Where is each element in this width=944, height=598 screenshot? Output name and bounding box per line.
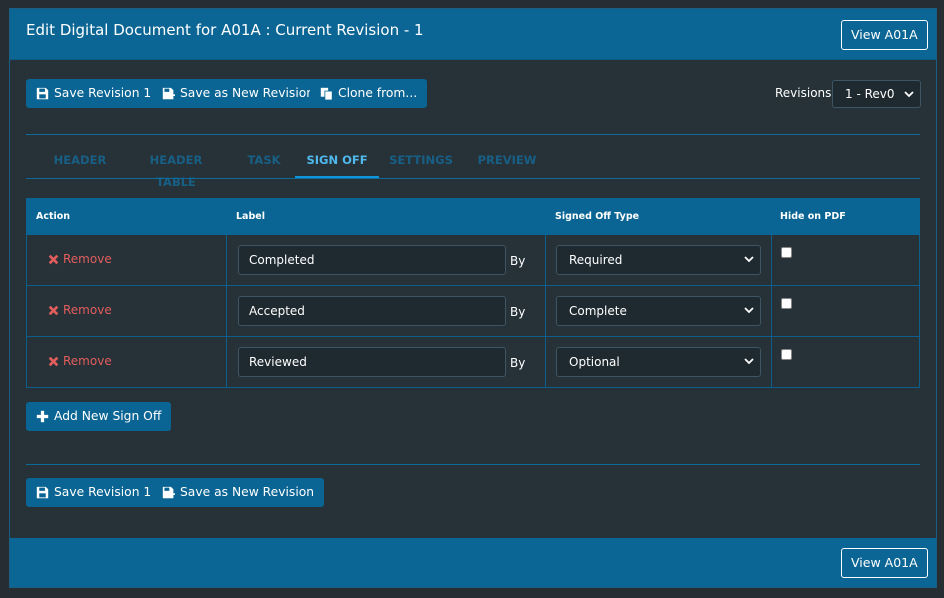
label-input[interactable]: Completed [238, 245, 506, 275]
tab-task[interactable]: TASK [239, 149, 289, 179]
table-row: Remove Reviewed By Optional [26, 337, 920, 388]
column-header-action: Action [36, 211, 71, 222]
remove-label: Remove [63, 303, 112, 317]
tabs-underline [26, 178, 920, 179]
cell-divider [545, 235, 546, 286]
revisions-label: Revisions: [775, 86, 836, 100]
floppy-disk-icon [36, 486, 49, 499]
remove-button[interactable]: Remove [48, 303, 112, 317]
table-row: Remove Accepted By Complete [26, 286, 920, 337]
hide-on-pdf-checkbox[interactable] [781, 298, 792, 309]
by-label: By [510, 305, 526, 319]
tab-bar: HEADER HEADER TABLE TASK SIGN OFF SETTIN… [26, 149, 920, 189]
add-new-sign-off-label: Add New Sign Off [54, 409, 162, 423]
cell-divider [545, 286, 546, 337]
close-icon [48, 356, 59, 366]
floppy-plus-icon [162, 87, 175, 100]
copy-icon [320, 87, 333, 100]
label-input[interactable]: Reviewed [238, 347, 506, 377]
save-revision-button-bottom[interactable]: Save Revision 1 [26, 478, 162, 507]
signed-off-type-value: Complete [569, 304, 627, 318]
column-header-hide-on-pdf: Hide on PDF [780, 211, 846, 222]
chevron-down-icon [744, 358, 754, 365]
save-new-revision-button[interactable]: Save as New Revision [152, 79, 325, 108]
chevron-down-icon [744, 256, 754, 263]
column-header-label: Label [236, 211, 265, 222]
tab-sign-off[interactable]: SIGN OFF [295, 149, 379, 179]
hide-on-pdf-checkbox[interactable] [781, 349, 792, 360]
clone-from-label: Clone from... [338, 86, 418, 100]
divider [26, 464, 920, 465]
floppy-disk-icon [36, 87, 49, 100]
hide-on-pdf-checkbox[interactable] [781, 247, 792, 258]
remove-label: Remove [63, 354, 112, 368]
label-input[interactable]: Accepted [238, 296, 506, 326]
save-new-revision-label: Save as New Revision [180, 86, 315, 100]
cell-divider [771, 235, 772, 286]
signed-off-type-value: Required [569, 253, 623, 267]
view-a01a-button-footer[interactable]: View A01A [841, 548, 928, 578]
column-header-signed-off-type: Signed Off Type [555, 211, 640, 222]
signed-off-type-select[interactable]: Optional [556, 347, 761, 377]
tab-header[interactable]: HEADER [42, 149, 118, 179]
tab-header-table[interactable]: HEADER TABLE [129, 149, 223, 189]
remove-button[interactable]: Remove [48, 252, 112, 266]
save-revision-button[interactable]: Save Revision 1 [26, 79, 162, 108]
remove-button[interactable]: Remove [48, 354, 112, 368]
cell-divider [771, 337, 772, 388]
cell-divider [226, 337, 227, 388]
divider [26, 134, 920, 135]
cell-divider [226, 286, 227, 337]
save-new-revision-button-bottom[interactable]: Save as New Revision [152, 478, 325, 507]
add-new-sign-off-button[interactable]: Add New Sign Off [26, 402, 172, 431]
save-revision-label: Save Revision 1 [54, 485, 152, 499]
close-icon [48, 305, 59, 315]
clone-from-button[interactable]: Clone from... [310, 79, 428, 108]
revisions-select[interactable]: 1 - Rev0 [832, 80, 921, 108]
modal-header: Edit Digital Document for A01A : Current… [10, 9, 936, 60]
save-new-revision-label: Save as New Revision [180, 485, 315, 499]
tab-preview[interactable]: PREVIEW [474, 149, 540, 179]
close-icon [48, 254, 59, 264]
edit-document-modal: Edit Digital Document for A01A : Current… [9, 8, 937, 588]
signed-off-type-select[interactable]: Complete [556, 296, 761, 326]
chevron-down-icon [904, 91, 914, 98]
floppy-plus-icon [162, 486, 175, 499]
signed-off-type-value: Optional [569, 355, 620, 369]
signed-off-type-select[interactable]: Required [556, 245, 761, 275]
table-row: Remove Completed By Required [26, 235, 920, 286]
view-a01a-button[interactable]: View A01A [841, 20, 928, 50]
modal-title: Edit Digital Document for A01A : Current… [26, 21, 424, 39]
by-label: By [510, 254, 526, 268]
chevron-down-icon [744, 307, 754, 314]
plus-icon [36, 410, 49, 423]
save-revision-label: Save Revision 1 [54, 86, 152, 100]
tab-settings[interactable]: SETTINGS [388, 149, 454, 179]
modal-footer: View A01A [10, 538, 936, 587]
cell-divider [771, 286, 772, 337]
by-label: By [510, 356, 526, 370]
remove-label: Remove [63, 252, 112, 266]
cell-divider [226, 235, 227, 286]
revisions-selected-value: 1 - Rev0 [845, 87, 895, 101]
cell-divider [545, 337, 546, 388]
table-header: Action Label Signed Off Type Hide on PDF [26, 198, 920, 235]
